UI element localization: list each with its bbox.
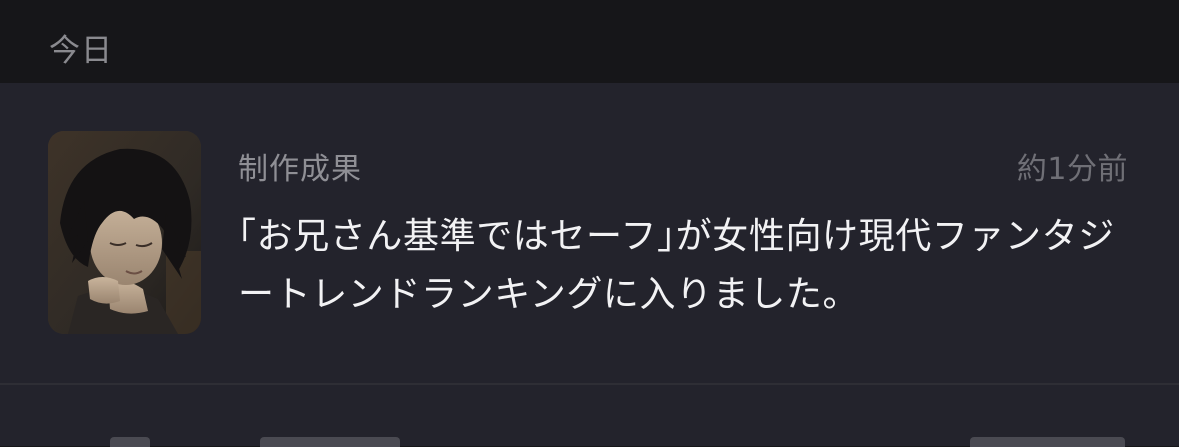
notification-message: ｢お兄さん基準ではセーフ｣が女性向け現代ファンタジートレンドランキングに入りまし… xyxy=(238,216,1115,315)
next-notification-item[interactable] xyxy=(0,385,1179,447)
notification-timestamp: 約1分前 xyxy=(1016,152,1128,187)
character-artwork-icon xyxy=(48,131,201,334)
work-thumbnail xyxy=(48,131,201,334)
notification-category: 制作成果 xyxy=(238,152,362,187)
section-title: 今日 xyxy=(49,33,113,69)
section-header: 今日 xyxy=(0,0,1179,83)
notification-item[interactable]: 制作成果 約1分前 ｢お兄さん基準ではセーフ｣が女性向け現代ファンタジートレンド… xyxy=(0,83,1179,383)
